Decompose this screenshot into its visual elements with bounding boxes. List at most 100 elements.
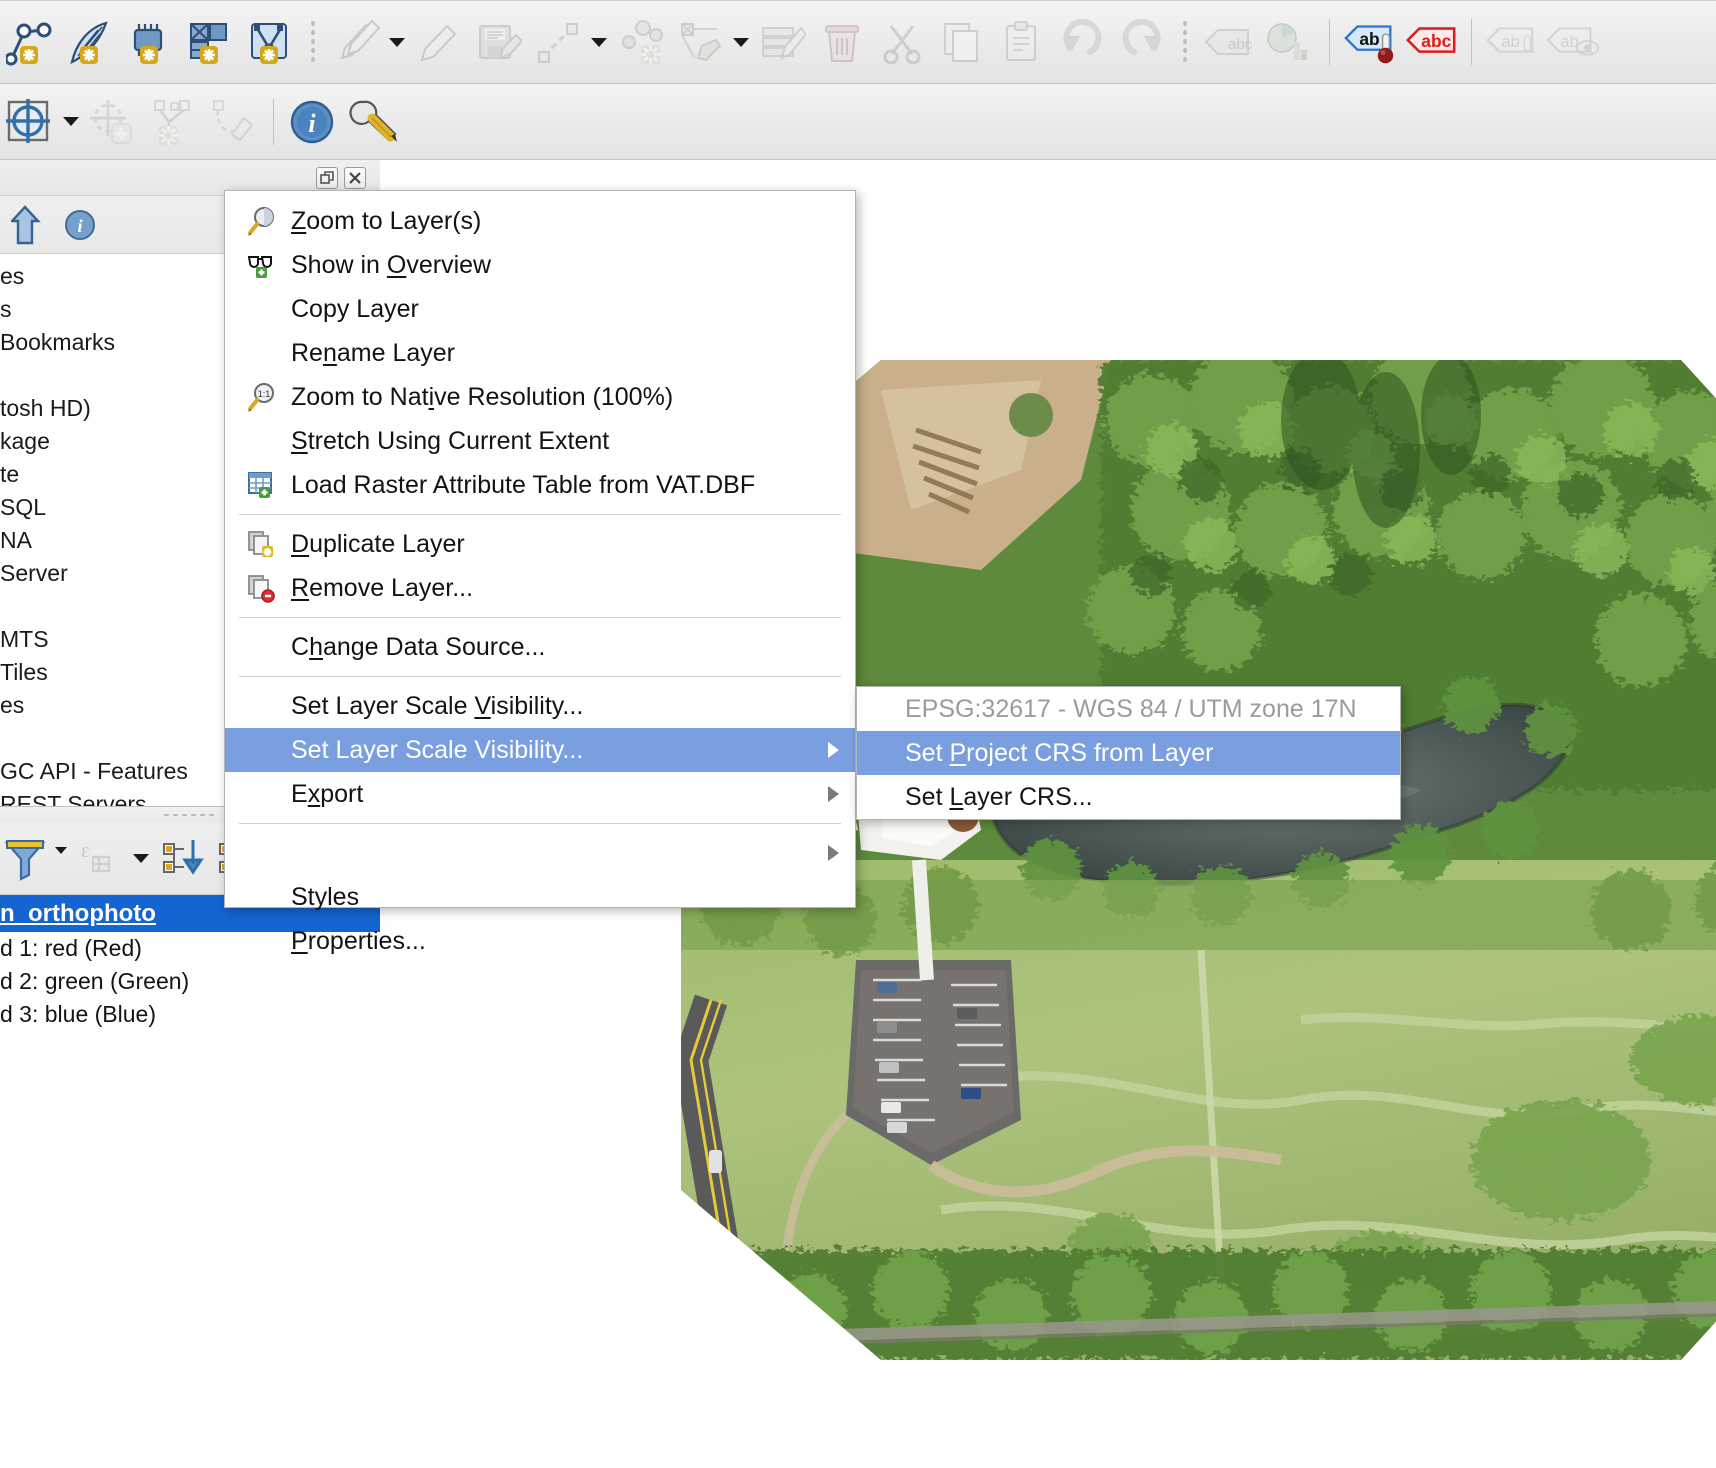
save-layer-edits-icon[interactable] bbox=[468, 1, 528, 83]
menu-item-label: Zoom to Layer(s) bbox=[291, 206, 482, 235]
submenu-item-label: Set Project CRS from Layer bbox=[905, 738, 1214, 767]
properties-info-icon[interactable]: i bbox=[58, 209, 102, 241]
raster-attribute-table-icon bbox=[243, 470, 281, 500]
expression-filter-caret[interactable] bbox=[126, 854, 156, 863]
menu-item-copy-layer[interactable]: Copy Layer bbox=[225, 287, 855, 331]
annotation-tool-icon[interactable]: ab bbox=[1482, 1, 1542, 83]
menu-item-label: Properties... bbox=[291, 926, 426, 955]
add-feature-dropdown-caret[interactable] bbox=[588, 1, 610, 83]
toolbar-grip-2[interactable] bbox=[1172, 1, 1198, 83]
submenu-item-label: EPSG:32617 - WGS 84 / UTM zone 17N bbox=[905, 694, 1357, 723]
menu-item-label: Stretch Using Current Extent bbox=[291, 426, 610, 455]
submenu-item-set-layer-crs[interactable]: Set Layer CRS... bbox=[857, 775, 1400, 819]
filter-legend-caret[interactable] bbox=[50, 815, 72, 886]
menu-item-label: Duplicate Layer bbox=[291, 529, 465, 558]
delete-selected-icon[interactable] bbox=[812, 1, 872, 83]
vertex-tool-icon[interactable] bbox=[610, 1, 670, 83]
undo-icon[interactable] bbox=[1052, 1, 1112, 83]
toolbar-separator-3 bbox=[262, 84, 284, 159]
new-map-text-annotation-icon[interactable]: ab bbox=[1340, 1, 1400, 83]
filter-legend-icon[interactable] bbox=[0, 837, 50, 881]
menu-item-stretch-current-extent[interactable]: Stretch Using Current Extent bbox=[225, 419, 855, 463]
menu-separator bbox=[239, 676, 841, 677]
menu-item-label: Change Data Source... bbox=[291, 632, 546, 661]
menu-item-label: Remove Layer... bbox=[291, 573, 474, 602]
submenu-item-label: Set Layer CRS... bbox=[905, 782, 1093, 811]
options-wrench-icon[interactable] bbox=[344, 84, 404, 159]
menu-item-label: Zoom to Native Resolution (100%) bbox=[291, 382, 674, 411]
add-postgis-layer-icon[interactable] bbox=[120, 1, 180, 83]
map-navigation-toolbar: i bbox=[0, 84, 1716, 160]
show-in-overview-icon bbox=[243, 250, 281, 280]
chevron-right-icon bbox=[828, 742, 839, 758]
identify-features-icon[interactable]: i bbox=[284, 84, 344, 159]
no-icon bbox=[243, 735, 281, 765]
expand-all-icon[interactable] bbox=[156, 836, 212, 882]
no-icon bbox=[243, 338, 281, 368]
toggle-editing-dropdown-caret[interactable] bbox=[386, 1, 408, 83]
identify-annotation-icon[interactable]: ab bbox=[1542, 1, 1602, 83]
menu-item-properties[interactable]: Properties... bbox=[225, 919, 855, 963]
toolbar-grip[interactable] bbox=[300, 1, 326, 83]
menu-item-label: Copy Layer bbox=[291, 294, 419, 323]
reshape-features-icon[interactable] bbox=[202, 84, 262, 159]
add-delimited-text-layer-icon[interactable] bbox=[60, 1, 120, 83]
data-source-and-digitizing-toolbar: abc ab abc ab ab bbox=[0, 0, 1716, 84]
layer-band-row: d 2: green (Green) bbox=[0, 968, 190, 994]
add-raster-mesh-layer-icon[interactable] bbox=[180, 1, 240, 83]
menu-item-label: Show in Overview bbox=[291, 250, 492, 279]
cut-features-icon[interactable] bbox=[872, 1, 932, 83]
menu-item-label: Load Raster Attribute Table from VAT.DBF bbox=[291, 470, 756, 499]
paste-features-icon[interactable] bbox=[992, 1, 1052, 83]
pan-map-caret[interactable] bbox=[60, 84, 82, 159]
layers-tree[interactable]: n_orthophoto d 1: red (Red) d 2: green (… bbox=[0, 895, 380, 1468]
pan-map-icon[interactable] bbox=[0, 84, 60, 159]
menu-item-remove-layer[interactable]: Remove Layer... bbox=[225, 566, 855, 610]
menu-item-show-in-overview[interactable]: Show in Overview bbox=[225, 243, 855, 287]
menu-separator bbox=[239, 823, 841, 824]
menu-item-load-raster-attribute-table[interactable]: Load Raster Attribute Table from VAT.DBF bbox=[225, 463, 855, 507]
menu-item-duplicate-layer[interactable]: Duplicate Layer bbox=[225, 522, 855, 566]
split-features-icon[interactable] bbox=[142, 84, 202, 159]
svg-text:ab: ab bbox=[1359, 29, 1379, 49]
zoom-to-layer-icon bbox=[243, 206, 281, 236]
current-edits-icon[interactable] bbox=[408, 1, 468, 83]
svg-text:abc: abc bbox=[1228, 36, 1253, 53]
modify-attributes-caret[interactable] bbox=[730, 1, 752, 83]
submenu-item-current-crs: EPSG:32617 - WGS 84 / UTM zone 17N bbox=[857, 687, 1400, 731]
pan-map-to-selection-icon[interactable]: abc bbox=[1198, 1, 1258, 83]
add-point-feature-icon[interactable] bbox=[82, 84, 142, 159]
menu-item-add-layer-notes[interactable]: Styles bbox=[225, 875, 855, 919]
no-icon bbox=[243, 294, 281, 324]
show-statistical-summary-icon[interactable] bbox=[1258, 1, 1318, 83]
menu-item-set-layer-scale-visibility[interactable]: Set Layer Scale Visibility... bbox=[225, 684, 855, 728]
menu-item-label: Export bbox=[291, 779, 364, 808]
multi-edit-icon[interactable] bbox=[752, 1, 812, 83]
float-panel-icon[interactable] bbox=[316, 166, 338, 189]
add-vector-layer-icon[interactable] bbox=[0, 1, 60, 83]
close-panel-icon[interactable] bbox=[344, 166, 366, 189]
menu-separator bbox=[239, 617, 841, 618]
add-line-feature-icon[interactable] bbox=[528, 1, 588, 83]
menu-item-zoom-to-layers[interactable]: Zoom to Layer(s) bbox=[225, 199, 855, 243]
copy-features-icon[interactable] bbox=[932, 1, 992, 83]
collapse-all-icon[interactable] bbox=[6, 204, 50, 245]
redo-icon[interactable] bbox=[1112, 1, 1172, 83]
layer-context-menu: Zoom to Layer(s) Show in Overview Copy L… bbox=[224, 190, 856, 955]
menu-item-layer-crs[interactable]: Set Layer Scale Visibility... bbox=[225, 728, 855, 772]
toggle-editing-icon[interactable] bbox=[326, 1, 386, 83]
svg-text:abc: abc bbox=[1421, 31, 1451, 51]
new-html-annotation-icon[interactable]: abc bbox=[1400, 1, 1460, 83]
menu-item-export[interactable]: Export bbox=[225, 772, 855, 816]
menu-item-zoom-native-resolution[interactable]: 1:1 Zoom to Native Resolution (100%) bbox=[225, 375, 855, 419]
menu-item-change-data-source[interactable]: Change Data Source... bbox=[225, 625, 855, 669]
menu-item-styles[interactable] bbox=[225, 831, 855, 875]
no-icon bbox=[243, 632, 281, 662]
menu-item-rename-layer[interactable]: Rename Layer bbox=[225, 331, 855, 375]
remove-layer-icon bbox=[243, 573, 281, 603]
chevron-right-icon bbox=[828, 845, 839, 861]
expression-filter-icon[interactable]: ε bbox=[72, 837, 126, 881]
modify-attributes-icon[interactable] bbox=[670, 1, 730, 83]
add-vector-tile-layer-icon[interactable] bbox=[240, 1, 300, 83]
submenu-item-set-project-crs-from-layer[interactable]: Set Project CRS from Layer bbox=[857, 731, 1400, 775]
